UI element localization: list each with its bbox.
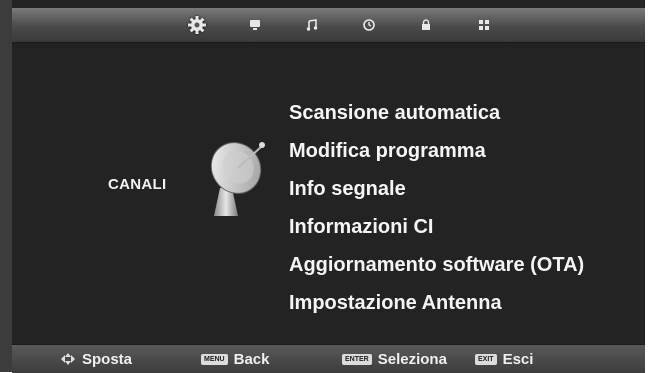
menu-item-antenna-setup[interactable]: Impostazione Antenna — [289, 286, 584, 324]
exit-key-icon: EXIT — [475, 353, 497, 365]
tv-menu-screen: CANALI Scansione automatica Modifica pro… — [12, 0, 645, 373]
category-label: CANALI — [108, 176, 167, 193]
hint-back: MENU Back — [201, 345, 269, 373]
hint-move-label: Sposta — [82, 350, 133, 368]
channel-settings-menu: Scansione automatica Modifica programma … — [289, 96, 584, 324]
satellite-dish-icon — [198, 134, 276, 220]
direction-pad-icon — [60, 353, 76, 365]
hint-move: Sposta — [60, 345, 132, 373]
grid-icon[interactable] — [467, 8, 501, 42]
left-edge-strip — [0, 0, 12, 372]
hint-back-label: Back — [233, 350, 270, 368]
settings-gear-icon[interactable] — [180, 8, 214, 42]
top-tab-bar — [12, 8, 645, 43]
menu-item-software-update[interactable]: Aggiornamento software (OTA) — [289, 248, 584, 286]
enter-key-icon: ENTER — [342, 353, 372, 365]
music-note-icon[interactable] — [295, 8, 329, 42]
menu-key-icon: MENU — [201, 353, 228, 365]
menu-item-signal-info[interactable]: Info segnale — [289, 172, 584, 210]
hint-select: ENTER Seleziona — [342, 345, 447, 373]
menu-item-auto-scan[interactable]: Scansione automatica — [289, 96, 584, 134]
menu-item-edit-program[interactable]: Modifica programma — [289, 134, 584, 172]
hint-exit: EXIT Esci — [475, 345, 533, 373]
lock-icon[interactable] — [409, 8, 443, 42]
tv-monitor-icon[interactable] — [238, 8, 272, 42]
menu-item-ci-info[interactable]: Informazioni CI — [289, 210, 584, 248]
hint-exit-label: Esci — [502, 350, 534, 368]
footer-hint-bar: Sposta MENU Back ENTER Seleziona EXIT Es… — [12, 344, 645, 373]
hint-select-label: Seleziona — [377, 350, 447, 368]
clock-icon[interactable] — [352, 8, 386, 42]
